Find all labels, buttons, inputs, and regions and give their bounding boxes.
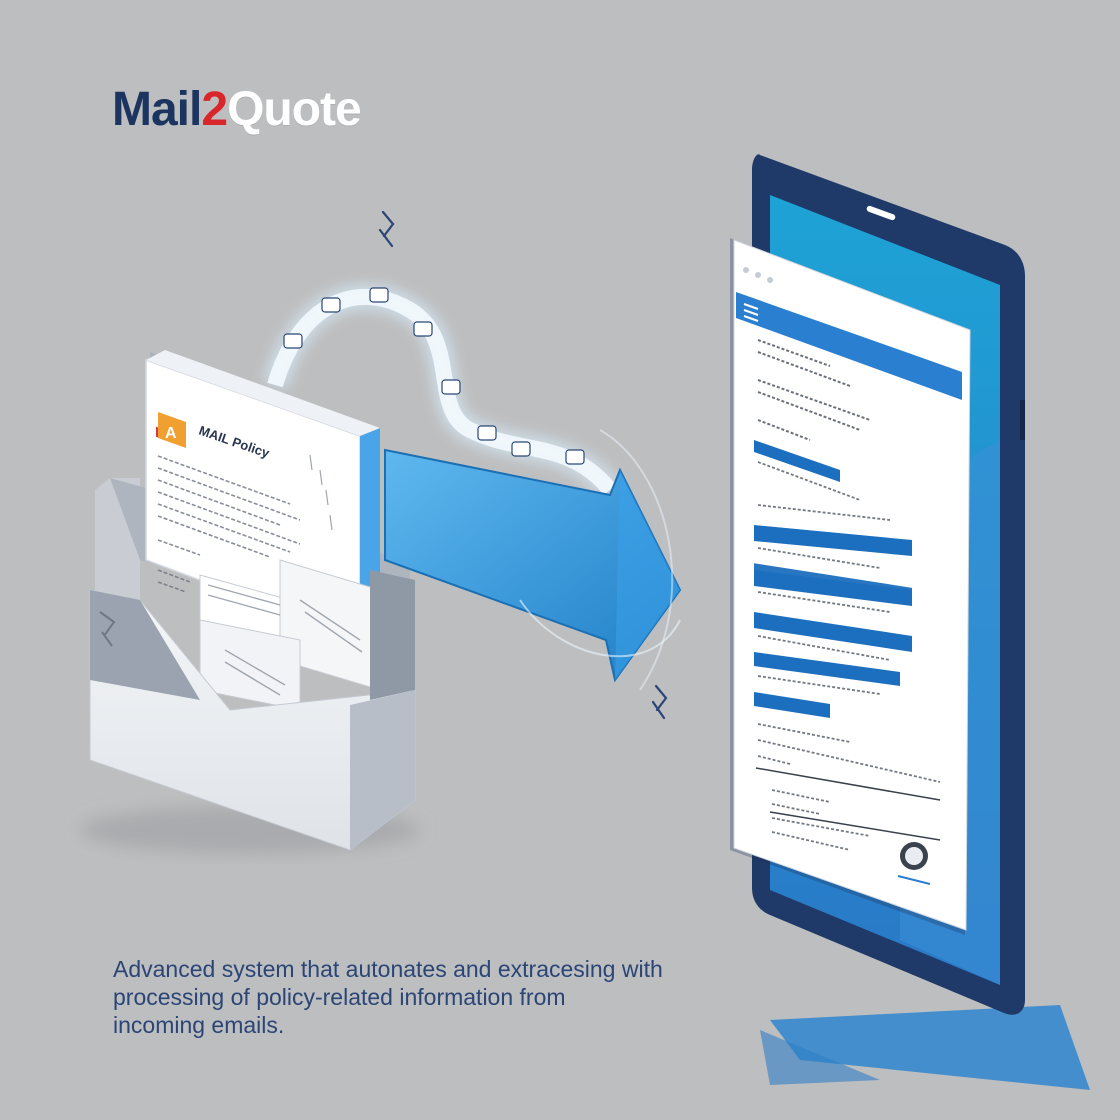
- caption-line-1: Advanced system that autonates and extra…: [113, 956, 663, 982]
- svg-text:A: A: [165, 425, 177, 442]
- description-caption: Advanced system that autonates and extra…: [113, 955, 713, 1039]
- caption-line-2: processing of policy-related information…: [113, 984, 566, 1010]
- caption-line-3: incoming emails.: [113, 1012, 285, 1038]
- quote-document: [730, 238, 971, 935]
- attachment-cards: [199, 559, 381, 711]
- arrow-right-icon: [384, 429, 682, 691]
- illustration-stage: Mail2Quote A MAIL Policy Advanced system…: [0, 0, 1120, 1120]
- scene-graphic: A MAIL Policy: [80, 154, 1090, 1090]
